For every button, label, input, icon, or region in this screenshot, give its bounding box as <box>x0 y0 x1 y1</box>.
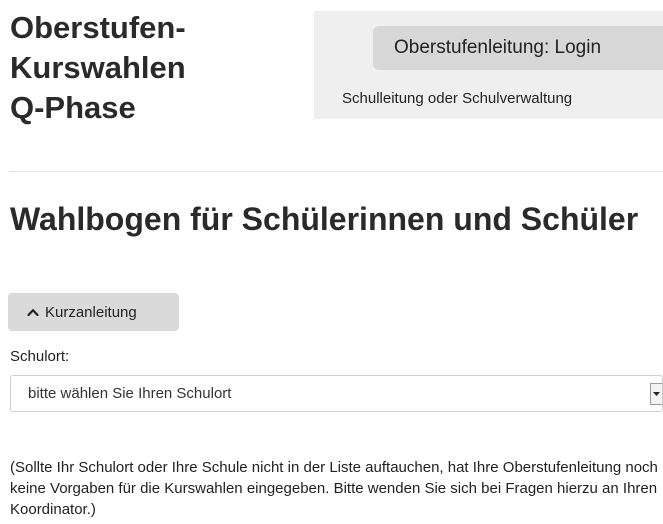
login-panel: Oberstufenleitung: Login Schulleitung od… <box>314 11 663 119</box>
caret-down-icon[interactable] <box>650 383 662 405</box>
location-label: Schulort: <box>10 348 70 365</box>
login-subtext: Schulleitung oder Schulverwaltung <box>342 90 573 107</box>
app-title-line-2: Kurswahlen <box>10 50 186 85</box>
divider <box>10 171 663 172</box>
instructions-toggle-label: Kurzanleitung <box>45 303 137 321</box>
missing-school-notice: (Sollte Ihr Schulort oder Ihre Schule ni… <box>10 459 658 518</box>
login-button[interactable]: Oberstufenleitung: Login <box>373 26 663 70</box>
page: Oberstufen- Kurswahlen Q-Phase Oberstufe… <box>0 0 663 524</box>
instructions-toggle-button[interactable]: Kurzanleitung <box>8 293 179 331</box>
chevron-up-icon <box>27 309 39 316</box>
app-title-line-3: Q-Phase <box>10 90 136 125</box>
location-select[interactable]: bitte wählen Sie Ihren Schulort <box>10 375 663 412</box>
form-title: Wahlbogen für Schülerinnen und Schüler <box>10 201 639 237</box>
app-title-line-1: Oberstufen- <box>10 10 186 45</box>
location-select-value: bitte wählen Sie Ihren Schulort <box>28 385 232 402</box>
app-title: Oberstufen- Kurswahlen Q-Phase <box>10 8 186 128</box>
